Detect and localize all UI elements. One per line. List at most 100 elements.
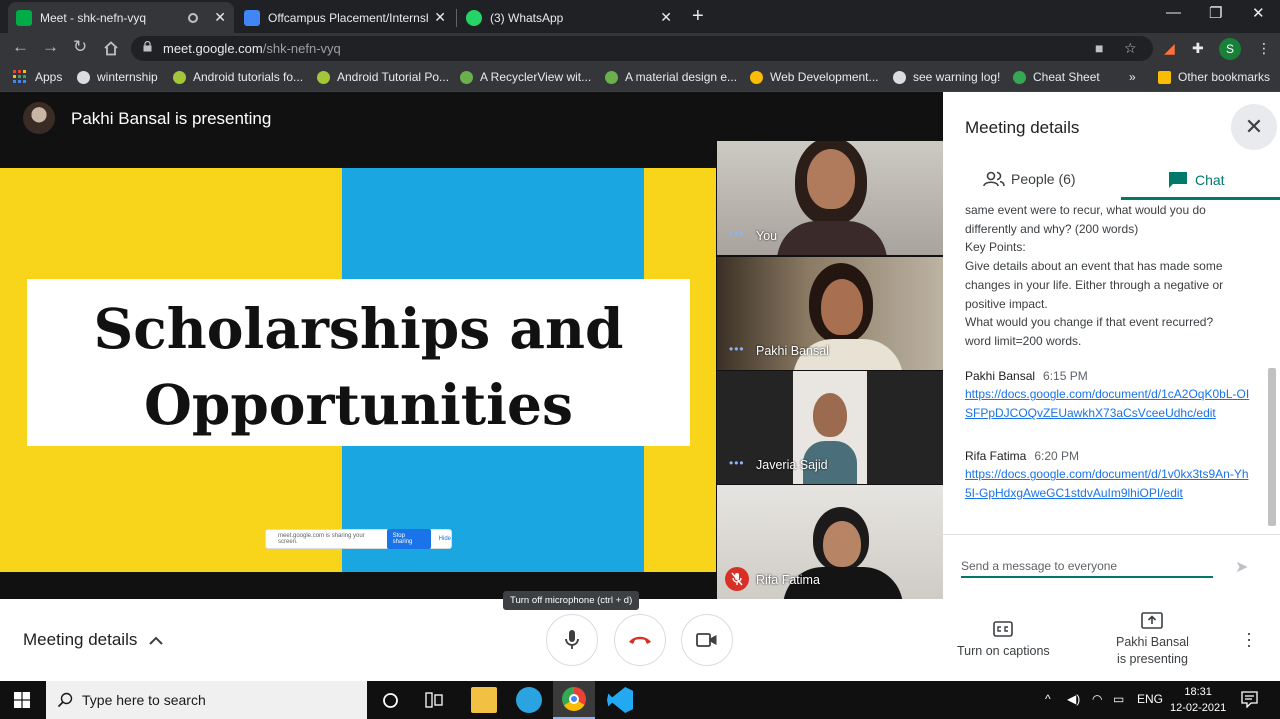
microphone-icon: [565, 630, 579, 649]
bookmark-star-icon[interactable]: ☆: [1124, 40, 1137, 57]
docs-favicon-icon: [244, 9, 260, 26]
chat-message-input[interactable]: Send a message to everyone: [961, 559, 1213, 578]
bookmark-other[interactable]: Other bookmarks: [1158, 70, 1270, 84]
stop-sharing-button[interactable]: Stop sharing: [386, 529, 431, 549]
lock-icon: [143, 41, 152, 52]
recording-indicator-icon: [188, 12, 199, 23]
chat-link[interactable]: https://docs.google.com/document/d/1cA2O…: [965, 385, 1255, 422]
bookmark-material-design[interactable]: A material design e...: [605, 70, 737, 84]
volume-icon[interactable]: ◀): [1067, 692, 1080, 706]
windows-start-icon[interactable]: [14, 692, 30, 708]
participant-name: You: [756, 229, 778, 243]
meeting-details-panel: Meeting details ✕ People (6) Chat same e…: [943, 92, 1280, 599]
extension-icon[interactable]: ◢: [1164, 40, 1175, 57]
bookmarks-bar: Apps winternship Android tutorials fo...…: [0, 64, 1280, 92]
meeting-details-toggle[interactable]: Meeting details: [23, 630, 164, 650]
hide-button[interactable]: Hide: [439, 536, 451, 542]
more-options-icon[interactable]: •••: [729, 456, 745, 470]
bookmark-winternship[interactable]: winternship: [77, 70, 158, 84]
participant-face: [821, 279, 863, 335]
windows-taskbar: Type here to search ^ ◀) ◠ ▭ ENG 18:31 1…: [0, 681, 1280, 719]
panel-title: Meeting details: [965, 118, 1080, 137]
participant-tile-rifa-fatima[interactable]: Rifa Fatima: [717, 485, 943, 599]
browser-menu-icon[interactable]: ⋮: [1257, 40, 1271, 57]
file-explorer-icon[interactable]: [471, 687, 497, 713]
reload-icon[interactable]: ↻: [73, 37, 87, 57]
tab-offcampus[interactable]: Offcampus Placement/Internship ✕: [236, 2, 454, 33]
taskbar-search-box[interactable]: Type here to search: [46, 681, 367, 719]
bookmark-cheat-sheet[interactable]: Cheat Sheet: [1013, 70, 1100, 84]
close-tab-icon[interactable]: ✕: [660, 9, 672, 26]
meet-stage: Pakhi Bansal is presenting Scholarships …: [0, 92, 943, 599]
hangup-icon: [629, 636, 651, 644]
bookmark-web-development[interactable]: Web Development...: [750, 70, 879, 84]
microphone-button[interactable]: [546, 614, 598, 666]
close-tab-icon[interactable]: ✕: [434, 9, 446, 26]
chrome-icon-center: [569, 694, 579, 704]
participant-name: Javeria Sajid: [756, 458, 828, 472]
bookmark-apps[interactable]: Apps: [13, 70, 62, 84]
presenting-button[interactable]: Pakhi Bansal is presenting: [1116, 612, 1189, 668]
participant-tile-pakhi-bansal[interactable]: ••• Pakhi Bansal: [717, 257, 943, 370]
browser-toolbar: ← → ↻ meet.google.com/shk-nefn-vyq ■ ☆ ◢…: [0, 33, 1280, 64]
panel-divider: [943, 534, 1280, 535]
tab-chat[interactable]: Chat: [1168, 171, 1225, 189]
participant-face: [807, 149, 855, 209]
task-view-icon[interactable]: [425, 692, 443, 708]
close-panel-icon[interactable]: ✕: [1231, 104, 1277, 150]
wifi-icon[interactable]: ◠: [1092, 692, 1102, 706]
close-window-icon[interactable]: ✕: [1252, 4, 1265, 22]
show-hidden-icons-icon[interactable]: ^: [1045, 692, 1051, 706]
screen-share-notice: meet.google.com is sharing your screen. …: [265, 529, 452, 549]
tab-people[interactable]: People (6): [983, 171, 1076, 187]
bookmark-recyclerview[interactable]: A RecyclerView wit...: [460, 70, 591, 84]
bookmark-android-tutorials[interactable]: Android tutorials fo...: [173, 70, 303, 84]
language-indicator[interactable]: ENG: [1137, 692, 1163, 706]
extensions-puzzle-icon[interactable]: ✚: [1192, 40, 1204, 57]
home-icon[interactable]: [103, 41, 119, 56]
participant-shoulders: [777, 221, 887, 255]
forward-arrow-icon[interactable]: →: [42, 37, 59, 57]
chat-link[interactable]: https://docs.google.com/document/d/1v0kx…: [965, 465, 1255, 502]
chevron-up-icon: [149, 636, 164, 645]
search-icon: [57, 692, 73, 708]
bookmark-android-tutorial-po[interactable]: Android Tutorial Po...: [317, 70, 449, 84]
bookmark-see-warning-log[interactable]: see warning log!: [893, 70, 1000, 84]
more-options-icon[interactable]: · · ·: [1246, 624, 1252, 654]
chrome-taskbar-button[interactable]: [553, 681, 595, 719]
telegram-icon[interactable]: [516, 687, 542, 713]
participant-face: [813, 393, 847, 437]
minimize-icon[interactable]: —: [1166, 4, 1181, 21]
captions-button[interactable]: Turn on captions: [957, 621, 1050, 660]
participant-tile-javeria-sajid[interactable]: ••• Javeria Sajid: [717, 371, 943, 484]
camera-permission-icon[interactable]: ■: [1095, 40, 1103, 56]
more-options-icon[interactable]: •••: [729, 342, 745, 356]
new-tab-icon[interactable]: +: [692, 5, 704, 28]
participant-tile-you[interactable]: ••• You: [717, 141, 943, 255]
maximize-icon[interactable]: ❐: [1209, 4, 1222, 22]
tab-whatsapp[interactable]: (3) WhatsApp ✕: [458, 2, 680, 33]
task-view-cortana-icon[interactable]: [382, 692, 399, 709]
camera-button[interactable]: [681, 614, 733, 666]
participant-name: Rifa Fatima: [756, 573, 820, 587]
notifications-icon[interactable]: [1241, 691, 1258, 708]
browser-tab-strip: Meet - shk-nefn-vyq ✕ Offcampus Placemen…: [0, 0, 1280, 33]
address-bar[interactable]: meet.google.com/shk-nefn-vyq ■ ☆: [131, 36, 1153, 61]
close-tab-icon[interactable]: ✕: [214, 9, 226, 26]
system-clock[interactable]: 18:31 12-02-2021: [1170, 684, 1226, 716]
vscode-icon[interactable]: [607, 687, 633, 713]
bookmarks-overflow-icon[interactable]: »: [1129, 70, 1136, 84]
people-icon: [983, 171, 1005, 187]
profile-avatar[interactable]: S: [1219, 38, 1241, 60]
presenter-banner: Pakhi Bansal is presenting: [0, 92, 716, 142]
battery-icon[interactable]: ▭: [1113, 692, 1124, 706]
presenter-banner-text: Pakhi Bansal is presenting: [71, 109, 272, 128]
leave-call-button[interactable]: [614, 614, 666, 666]
back-arrow-icon[interactable]: ←: [12, 37, 29, 57]
more-options-icon[interactable]: •••: [729, 227, 745, 241]
slide-title: Scholarships and Opportunities: [93, 296, 624, 437]
send-icon[interactable]: ➤: [1235, 557, 1248, 577]
tab-meet[interactable]: Meet - shk-nefn-vyq ✕: [8, 2, 234, 33]
chat-scrollbar[interactable]: [1268, 368, 1276, 526]
participant-face: [823, 521, 861, 567]
